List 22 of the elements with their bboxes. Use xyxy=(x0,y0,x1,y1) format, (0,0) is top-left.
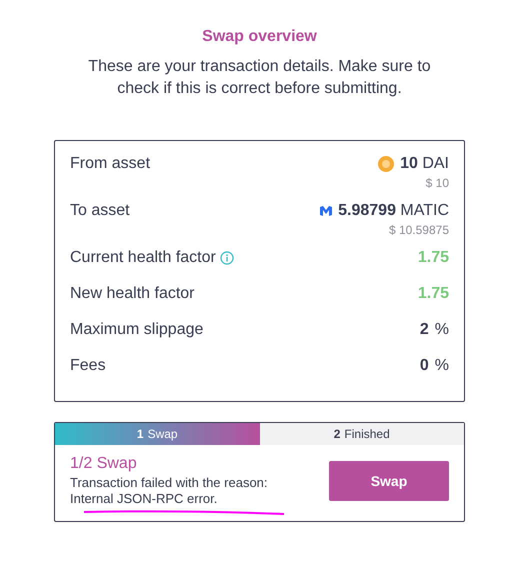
detail-label: Fees xyxy=(70,357,106,375)
detail-label: Maximum slippage xyxy=(70,321,204,339)
asset-amount: 5.98799 MATIC xyxy=(338,202,449,220)
info-icon[interactable] xyxy=(220,251,234,265)
detail-label: New health factor xyxy=(70,285,195,303)
error-message: Transaction failed with the reason: Internal JSON-RPC error. xyxy=(70,475,269,507)
asset-amount: 10 DAI xyxy=(400,155,449,173)
coin-icon xyxy=(378,156,394,172)
swap-button[interactable]: Swap xyxy=(329,461,449,501)
health-value: 1.75 xyxy=(418,285,449,303)
usd-value: $ 10 xyxy=(426,176,449,190)
usd-value: $ 10.59875 xyxy=(388,223,449,237)
detail-value: 2 % xyxy=(420,321,449,339)
detail-label: To asset xyxy=(70,202,130,220)
page-title: Swap overview xyxy=(202,28,317,46)
detail-value: 0 % xyxy=(420,357,449,375)
health-value: 1.75 xyxy=(418,249,449,267)
description-text: These are your transaction details. Make sure to check if this is correct before submitting. xyxy=(87,57,432,99)
step-title: 1/2 Swap xyxy=(70,455,138,473)
detail-label: From asset xyxy=(70,155,150,173)
detail-label: Current health factor xyxy=(70,249,216,267)
token-icon xyxy=(320,206,332,216)
